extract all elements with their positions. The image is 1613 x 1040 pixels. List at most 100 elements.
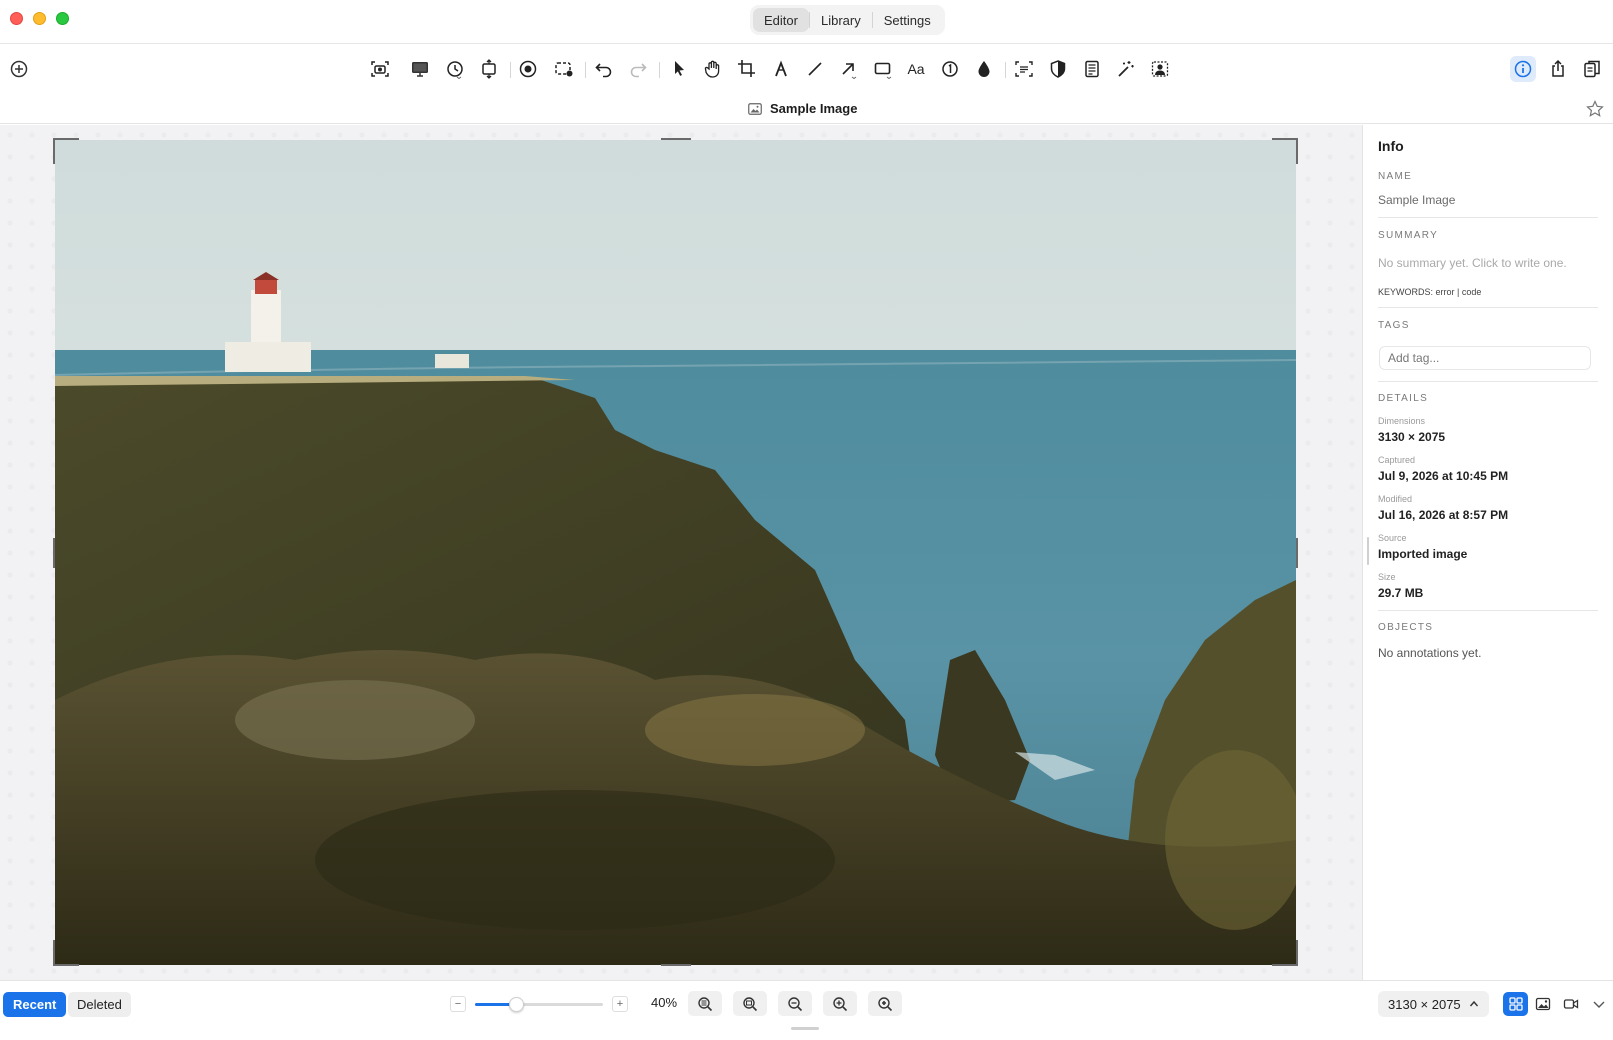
tab-library[interactable]: Library: [810, 8, 872, 32]
undo-button[interactable]: [591, 56, 617, 82]
pen-tool-button[interactable]: [768, 56, 794, 82]
fullscreen-capture-button[interactable]: [407, 56, 433, 82]
info-panel-toggle[interactable]: [1510, 56, 1536, 82]
blur-tool-button[interactable]: [971, 56, 997, 82]
video-icon: [1563, 999, 1578, 1009]
panel-resize-handle[interactable]: [1367, 537, 1369, 565]
edited-image[interactable]: [55, 140, 1296, 965]
zoom-slider[interactable]: [475, 997, 603, 1012]
dimensions-dropdown[interactable]: 3130 × 2075: [1378, 991, 1489, 1017]
size-value: 29.7 MB: [1378, 586, 1424, 600]
summary-placeholder[interactable]: No summary yet. Click to write one.: [1378, 256, 1567, 270]
summary-label: SUMMARY: [1378, 230, 1439, 241]
background-removal-button[interactable]: [1147, 56, 1173, 82]
text-tool-button[interactable]: Aa: [903, 56, 929, 82]
window-maximize-button[interactable]: [56, 12, 69, 25]
images-filter-button[interactable]: [1530, 992, 1555, 1016]
selection-handle-bottom-left[interactable]: [53, 964, 79, 966]
deleted-button[interactable]: Deleted: [68, 992, 131, 1017]
zoom-actual-button[interactable]: [733, 991, 767, 1016]
crop-tool-button[interactable]: [734, 56, 760, 82]
ocr-icon: [1015, 61, 1033, 77]
collapse-bar-button[interactable]: [1586, 992, 1611, 1016]
window-minimize-button[interactable]: [33, 12, 46, 25]
magic-tool-button[interactable]: [1113, 56, 1139, 82]
zoom-slider-knob[interactable]: [508, 997, 524, 1012]
selection-handle-bottom-right-v[interactable]: [1296, 940, 1298, 966]
selection-handle-top-left[interactable]: [53, 138, 79, 140]
selection-handle-left[interactable]: [53, 538, 55, 568]
document-title: Sample Image: [748, 101, 857, 116]
zoom-out-small-button[interactable]: −: [450, 996, 466, 1012]
chevron-up-icon: [1469, 1000, 1478, 1007]
share-icon: [1552, 59, 1564, 77]
videos-filter-button[interactable]: [1558, 992, 1583, 1016]
screenshot-button[interactable]: [367, 56, 393, 82]
objects-label: OBJECTS: [1378, 622, 1434, 633]
region-record-button[interactable]: [551, 56, 577, 82]
share-button[interactable]: [1545, 56, 1571, 82]
source-value: Imported image: [1378, 547, 1468, 561]
selection-handle-top-right-v[interactable]: [1296, 138, 1298, 164]
window-close-button[interactable]: [10, 12, 23, 25]
highlight-tool-button[interactable]: [1045, 56, 1071, 82]
document-title-text: Sample Image: [770, 101, 858, 116]
zoom-out-icon: [788, 996, 803, 1011]
line-icon: [808, 62, 822, 76]
ocr-tool-button[interactable]: [1011, 56, 1037, 82]
tab-editor[interactable]: Editor: [753, 8, 809, 32]
section-divider: [1378, 217, 1598, 218]
zoom-actual-icon: [743, 996, 758, 1011]
favorite-button[interactable]: [1585, 99, 1605, 119]
select-tool-button[interactable]: [666, 56, 692, 82]
selection-handle-right[interactable]: [1296, 538, 1298, 568]
bottom-resize-handle[interactable]: [791, 1027, 819, 1030]
timer-capture-button[interactable]: [442, 56, 468, 82]
counter-icon: [942, 61, 958, 77]
grid-view-button[interactable]: [1503, 992, 1528, 1016]
zoom-in-button[interactable]: [823, 991, 857, 1016]
objects-empty-text: No annotations yet.: [1378, 646, 1482, 660]
toolbar: Aa: [0, 44, 1613, 94]
zoom-in-small-button[interactable]: +: [612, 996, 628, 1012]
source-caption: Source: [1378, 533, 1407, 543]
zoom-fill-button[interactable]: [868, 991, 902, 1016]
counter-tool-button[interactable]: [937, 56, 963, 82]
pan-tool-button[interactable]: [700, 56, 726, 82]
scroll-capture-button[interactable]: [476, 56, 502, 82]
magic-wand-icon: [1118, 61, 1134, 77]
redo-button[interactable]: [625, 56, 651, 82]
blur-icon: [978, 61, 990, 77]
selection-handle-bottom-left-v[interactable]: [53, 940, 55, 966]
new-capture-button[interactable]: [6, 56, 32, 82]
selection-handle-top-right[interactable]: [1272, 138, 1298, 140]
arrow-tool-button[interactable]: [836, 56, 862, 82]
recent-button[interactable]: Recent: [3, 992, 67, 1017]
line-tool-button[interactable]: [802, 56, 828, 82]
selection-handle-bottom[interactable]: [661, 964, 691, 966]
add-circle-icon: [10, 60, 28, 78]
rectangle-tool-button[interactable]: [870, 56, 896, 82]
rectangle-icon: [874, 62, 892, 79]
info-panel-title: Info: [1378, 138, 1404, 154]
tab-settings[interactable]: Settings: [873, 8, 942, 32]
copy-button[interactable]: [1579, 56, 1605, 82]
zoom-out-button[interactable]: [778, 991, 812, 1016]
name-value[interactable]: Sample Image: [1378, 193, 1455, 207]
modified-caption: Modified: [1378, 494, 1413, 504]
add-tag-input[interactable]: [1379, 346, 1591, 370]
record-button[interactable]: [515, 56, 541, 82]
text-icon: Aa: [907, 61, 925, 77]
selection-handle-bottom-right[interactable]: [1272, 964, 1298, 966]
hand-icon: [704, 60, 720, 78]
selection-handle-top[interactable]: [661, 138, 691, 140]
info-icon: [1514, 60, 1532, 78]
section-divider: [1378, 381, 1598, 382]
selection-handle-top-left-v[interactable]: [53, 138, 55, 164]
notes-tool-button[interactable]: [1079, 56, 1105, 82]
zoom-fit-button[interactable]: [688, 991, 722, 1016]
keywords-text: KEYWORDS: error | code: [1378, 287, 1482, 297]
modified-value: Jul 16, 2026 at 8:57 PM: [1378, 508, 1509, 522]
document-title-bar: Sample Image: [0, 94, 1613, 124]
zoom-fit-icon: [698, 996, 713, 1011]
